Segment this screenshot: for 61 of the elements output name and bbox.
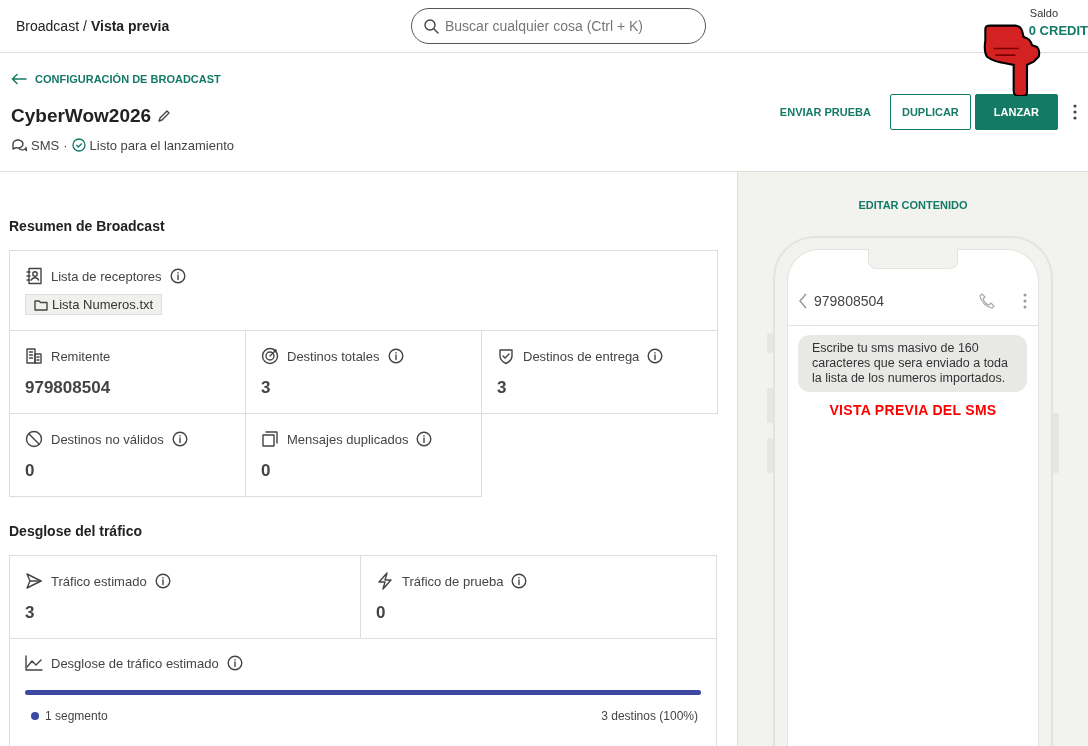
more-icon [1072,103,1078,121]
launch-button[interactable]: LANZAR [974,94,1058,130]
stat-value: 3 [25,603,36,623]
contact-number: 979808504 [814,292,886,309]
breadcrumb-separator: / [83,18,87,34]
more-icon [1022,291,1028,310]
stat-label: Remitente [51,348,111,364]
pointing-hand-icon [982,24,1042,96]
target-icon [261,347,279,365]
stat-value: 0 [376,603,387,623]
legend-label: 1 segmento [45,709,108,723]
check-circle-icon [71,138,86,152]
stat-label: Destinos no válidos [51,431,164,447]
shield-icon [497,347,515,365]
phone-icon [978,291,996,310]
contact-book-icon [25,267,43,285]
balance-label: Saldo [1029,7,1058,19]
send-icon [25,572,43,590]
search-field[interactable]: Buscar cualquier cosa (Ctrl + K) [411,8,706,44]
separator-dot: · [63,137,68,153]
duplicate-button[interactable]: DUPLICAR [889,94,971,130]
file-chip: Lista Numeros.txt [25,294,163,315]
info-icon [169,268,186,284]
status-label: Listo para el lanzamiento [89,137,235,153]
section-title: Desglose del tráfico [9,523,144,539]
chat-icon [11,137,27,153]
back-arrow-icon [11,73,27,85]
section-title: Resumen de Broadcast [9,218,166,234]
edit-content-link[interactable]: EDITAR CONTENIDO [858,199,968,211]
annotation-text: VISTA PREVIA DEL SMS [828,402,998,418]
back-chevron-icon [798,292,808,309]
search-icon [423,18,439,34]
broadcast-title: CyberWow2026 [11,105,152,127]
stat-value: 3 [497,378,508,398]
stat-label: Desglose de tráfico estimado [51,655,219,671]
folder-icon [34,298,48,311]
stat-label: Mensajes duplicados [287,431,409,447]
copy-icon [261,430,279,448]
line-chart-icon [25,655,43,671]
stat-value: 0 [261,461,272,481]
balance-value: 0 CREDIT [1028,23,1088,38]
stat-label: Destinos de entrega [523,348,640,364]
back-link[interactable]: CONFIGURACIÓN DE BROADCAST [11,73,221,85]
stat-label: Lista de receptores [51,268,162,284]
stat-value: 0 [25,461,36,481]
blocked-icon [25,430,43,448]
breadcrumb-link[interactable]: Broadcast [16,18,80,34]
building-icon [25,347,43,365]
send-test-button[interactable]: ENVIAR PRUEBA [768,94,882,130]
message-bubble: Escribe tu sms masivo de 160 caracteres que sera enviado a toda la lista de los numeros importados. [798,335,1027,392]
lightning-icon [376,572,394,590]
total-label: 3 destinos (100%) [601,709,698,723]
info-icon [226,655,243,671]
stat-label: Tráfico de prueba [402,573,504,589]
stat-value: 979808504 [25,378,112,398]
stat-label: Tráfico estimado [51,573,147,589]
stat-label: Destinos totales [287,348,380,364]
channel-label: SMS [31,137,60,153]
stat-value: 3 [261,378,272,398]
pencil-icon [157,109,172,123]
breadcrumb-current: Vista previa [90,18,170,34]
